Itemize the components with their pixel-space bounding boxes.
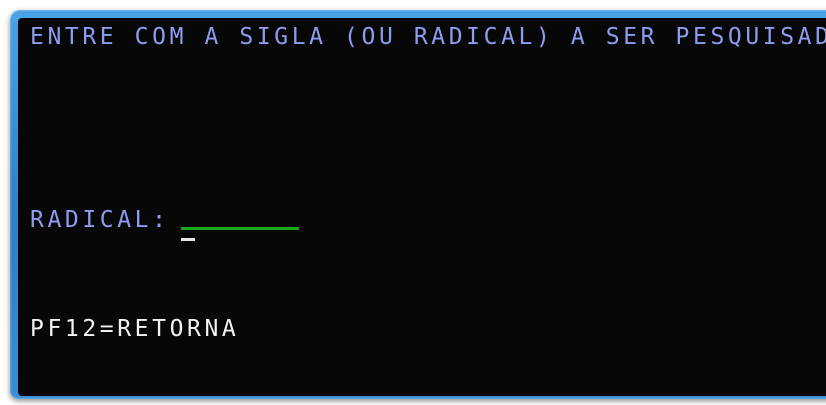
pf12-return-hint[interactable]: PF12=RETORNA <box>30 316 239 342</box>
radical-input-field[interactable] <box>181 206 299 230</box>
radical-label: RADICAL: <box>30 207 170 233</box>
terminal-screen: ENTRE COM A SIGLA (OU RADICAL) A SER PES… <box>18 18 826 396</box>
text-cursor <box>181 238 195 241</box>
prompt-instruction: ENTRE COM A SIGLA (OU RADICAL) A SER PES… <box>30 24 826 50</box>
